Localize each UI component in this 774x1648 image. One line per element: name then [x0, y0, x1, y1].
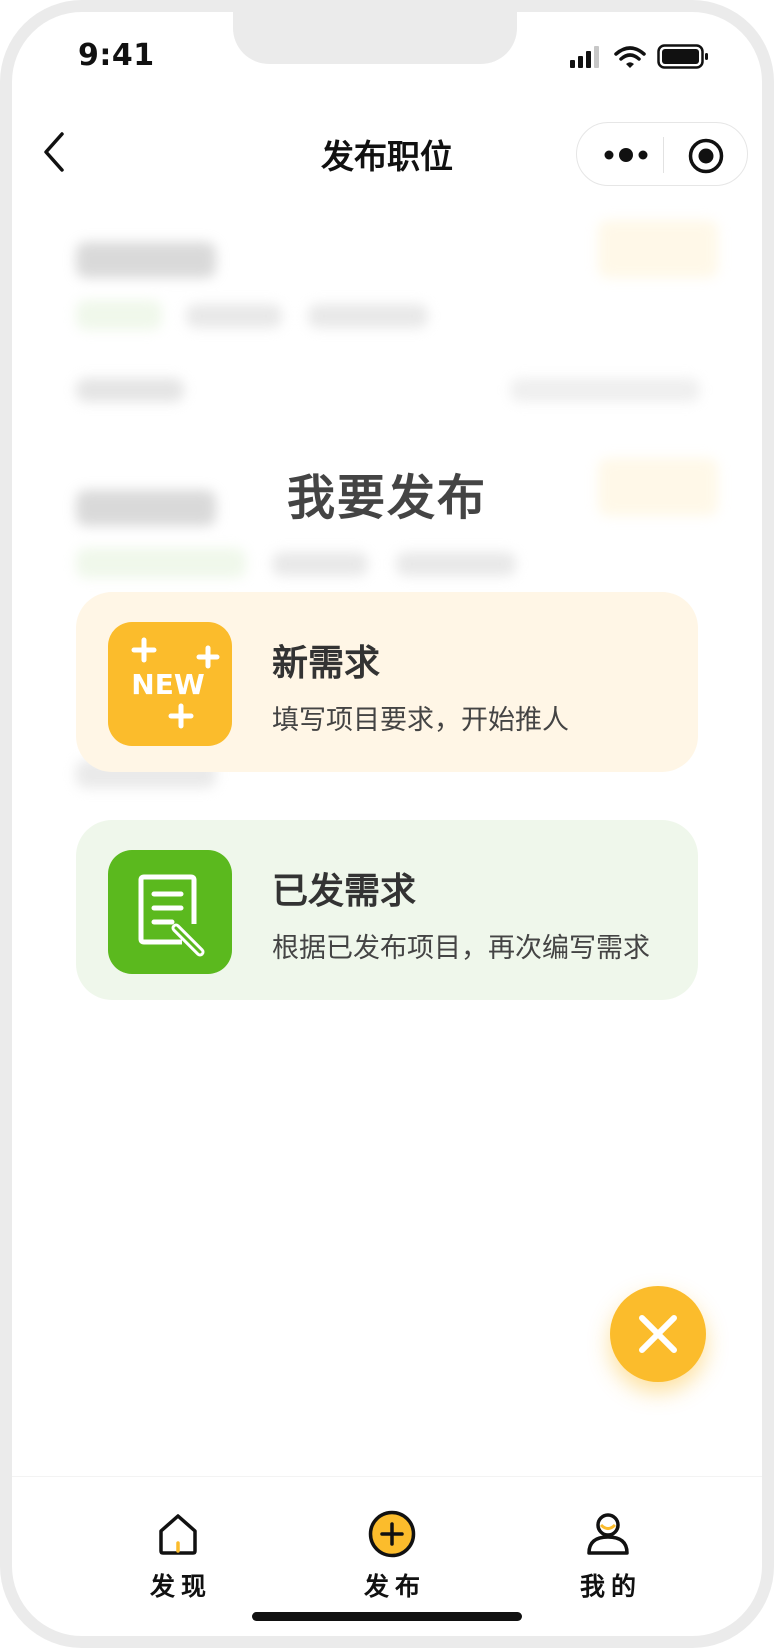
new-requirement-subtitle: 填写项目要求，开始推人 — [272, 705, 569, 736]
notch — [233, 0, 517, 64]
tab-publish-label: 发布 — [363, 1572, 426, 1601]
mini-program-capsule — [576, 122, 748, 186]
posted-requirement-card[interactable]: 已发需求 根据已发布项目，再次编写需求 — [76, 820, 698, 1000]
background-list — [0, 200, 774, 880]
status-icons — [570, 44, 708, 69]
document-edit-icon — [108, 850, 232, 974]
close-popup-button[interactable] — [610, 1286, 706, 1382]
new-sparkle-icon: NEW — [108, 622, 232, 746]
tab-mine-label: 我的 — [579, 1572, 642, 1601]
more-dots-icon[interactable] — [603, 141, 649, 169]
tab-mine[interactable]: 我的 — [548, 1509, 668, 1609]
close-miniprogram-icon[interactable] — [687, 137, 725, 175]
user-icon — [587, 1513, 629, 1555]
posted-requirement-title: 已发需求 — [272, 871, 417, 912]
battery-icon — [657, 44, 708, 69]
tab-discover-label: 发现 — [149, 1572, 212, 1601]
plus-circle-icon — [368, 1510, 416, 1558]
tab-discover[interactable]: 发现 — [118, 1509, 238, 1609]
new-requirement-title: 新需求 — [272, 643, 381, 684]
home-indicator — [252, 1612, 522, 1621]
capsule-divider — [663, 137, 664, 173]
tab-publish[interactable]: 发布 — [332, 1509, 452, 1609]
new-icon-text: NEW — [131, 668, 205, 701]
wifi-icon — [614, 46, 646, 68]
posted-requirement-subtitle: 根据已发布项目，再次编写需求 — [272, 933, 650, 964]
popup-title: 我要发布 — [286, 470, 487, 526]
new-requirement-card[interactable]: NEW 新需求 填写项目要求，开始推人 — [76, 592, 698, 772]
close-icon — [639, 1315, 677, 1353]
cellular-signal-icon — [570, 46, 599, 68]
status-time: 9:41 — [78, 38, 155, 73]
home-icon — [159, 1514, 197, 1555]
screen: 9:41 发布职位 我要发布 NEW 新需求 填写项目要求，开始推人 已发需求 … — [0, 0, 774, 1648]
